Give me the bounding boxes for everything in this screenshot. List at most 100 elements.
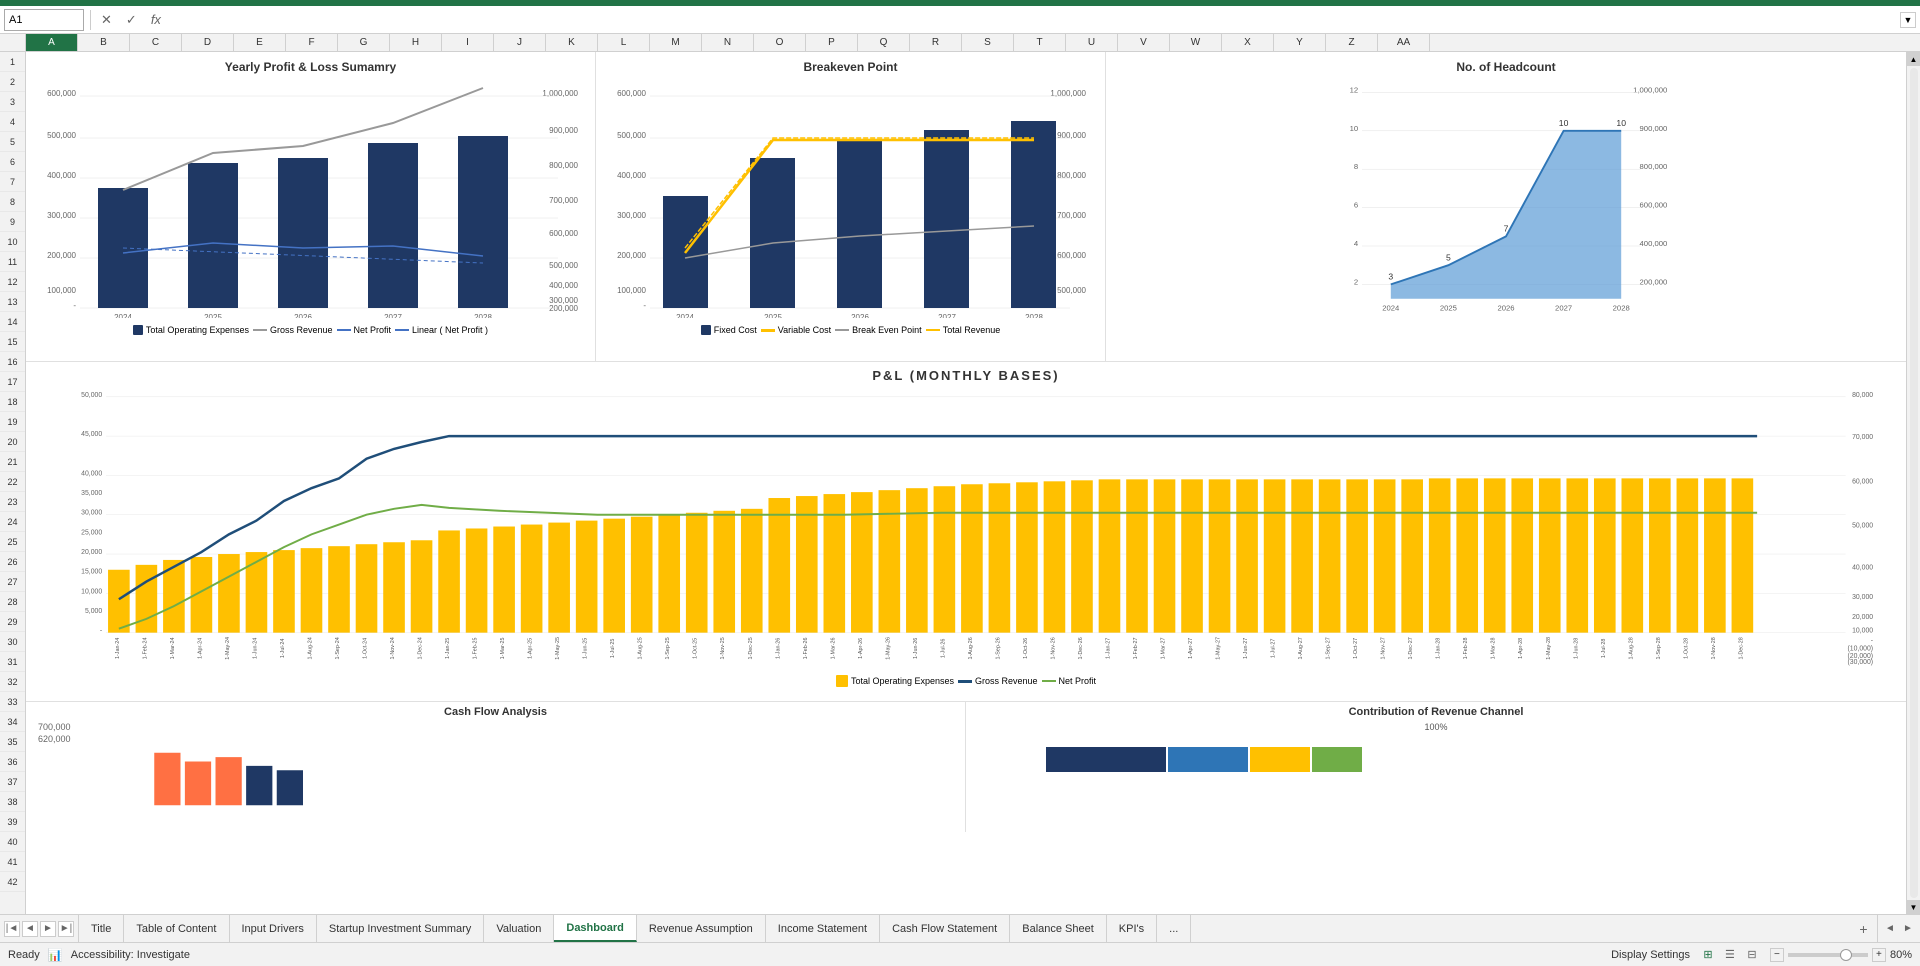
col-header-x[interactable]: X bbox=[1222, 34, 1274, 51]
svg-text:1-Jan-27: 1-Jan-27 bbox=[1105, 638, 1111, 659]
svg-text:20,000: 20,000 bbox=[1852, 614, 1873, 621]
vertical-scrollbar[interactable]: ▲ ▼ bbox=[1906, 52, 1920, 914]
svg-text:200,000: 200,000 bbox=[617, 251, 646, 260]
svg-text:1-Jun-27: 1-Jun-27 bbox=[1243, 638, 1249, 659]
svg-text:4: 4 bbox=[1354, 239, 1359, 248]
status-icon: 📊 bbox=[48, 948, 63, 962]
svg-text:800,000: 800,000 bbox=[1057, 171, 1086, 180]
col-header-d[interactable]: D bbox=[182, 34, 234, 51]
col-header-g[interactable]: G bbox=[338, 34, 390, 51]
svg-text:10: 10 bbox=[1350, 124, 1359, 133]
zoom-slider[interactable] bbox=[1788, 953, 1868, 957]
tab-income-statement[interactable]: Income Statement bbox=[766, 915, 880, 942]
col-header-aa[interactable]: AA bbox=[1378, 34, 1430, 51]
svg-text:5,000: 5,000 bbox=[85, 608, 102, 615]
tab-input-drivers[interactable]: Input Drivers bbox=[230, 915, 317, 942]
col-header-s[interactable]: S bbox=[962, 34, 1014, 51]
tab-scroll-left-btn[interactable]: ◄ bbox=[1882, 921, 1898, 937]
col-header-l[interactable]: L bbox=[598, 34, 650, 51]
scroll-up-btn[interactable]: ▲ bbox=[1907, 52, 1920, 66]
svg-text:1-Jan-24: 1-Jan-24 bbox=[115, 638, 121, 659]
tab-scroll-right-btn[interactable]: ► bbox=[1900, 921, 1916, 937]
pnl-monthly-legend: Total Operating Expenses Gross Revenue N… bbox=[38, 675, 1894, 687]
tab-next-btn[interactable]: ► bbox=[40, 921, 56, 937]
col-header-b[interactable]: B bbox=[78, 34, 130, 51]
tab-cash-flow-statement[interactable]: Cash Flow Statement bbox=[880, 915, 1010, 942]
svg-text:900,000: 900,000 bbox=[1057, 131, 1086, 140]
svg-text:3: 3 bbox=[1388, 272, 1393, 282]
col-header-a[interactable]: A bbox=[26, 34, 78, 51]
cancel-icon[interactable]: ✕ bbox=[97, 10, 116, 30]
function-icon[interactable]: fx bbox=[147, 10, 165, 29]
svg-text:1-Feb-26: 1-Feb-26 bbox=[803, 637, 809, 659]
tab-more[interactable]: ... bbox=[1157, 915, 1191, 942]
col-header-w[interactable]: W bbox=[1170, 34, 1222, 51]
pnl-summary-chart: Yearly Profit & Loss Sumamry 600,000 500… bbox=[26, 52, 596, 361]
confirm-icon[interactable]: ✓ bbox=[122, 10, 141, 30]
scroll-thumb[interactable] bbox=[1910, 68, 1918, 898]
zoom-in-btn[interactable]: + bbox=[1872, 948, 1886, 962]
col-header-q[interactable]: Q bbox=[858, 34, 910, 51]
page-layout-btn[interactable]: ☰ bbox=[1720, 946, 1740, 964]
svg-text:1-Jul-25: 1-Jul-25 bbox=[610, 639, 616, 658]
col-header-e[interactable]: E bbox=[234, 34, 286, 51]
tab-dashboard[interactable]: Dashboard bbox=[554, 915, 636, 942]
col-header-r[interactable]: R bbox=[910, 34, 962, 51]
col-header-u[interactable]: U bbox=[1066, 34, 1118, 51]
col-header-i[interactable]: I bbox=[442, 34, 494, 51]
col-header-t[interactable]: T bbox=[1014, 34, 1066, 51]
tab-title[interactable]: Title bbox=[79, 915, 124, 942]
tab-startup-investment[interactable]: Startup Investment Summary bbox=[317, 915, 484, 942]
col-header-y[interactable]: Y bbox=[1274, 34, 1326, 51]
add-sheet-btn[interactable]: + bbox=[1850, 915, 1878, 942]
zoom-out-btn[interactable]: − bbox=[1770, 948, 1784, 962]
col-header-c[interactable]: C bbox=[130, 34, 182, 51]
tab-kpis[interactable]: KPI's bbox=[1107, 915, 1157, 942]
spreadsheet-body: 1234567891011121314151617181920212223242… bbox=[0, 52, 1920, 914]
tab-table-of-content[interactable]: Table of Content bbox=[124, 915, 229, 942]
tab-scroll-buttons: ◄ ► bbox=[1878, 915, 1920, 942]
col-header-h[interactable]: H bbox=[390, 34, 442, 51]
svg-text:400,000: 400,000 bbox=[1640, 239, 1668, 248]
tab-revenue-assumption[interactable]: Revenue Assumption bbox=[637, 915, 766, 942]
col-header-v[interactable]: V bbox=[1118, 34, 1170, 51]
tab-first-btn[interactable]: |◄ bbox=[4, 921, 20, 937]
accessibility-status: Accessibility: Investigate bbox=[71, 949, 190, 961]
normal-view-btn[interactable]: ⊞ bbox=[1698, 946, 1718, 964]
spreadsheet-content[interactable]: Yearly Profit & Loss Sumamry 600,000 500… bbox=[26, 52, 1906, 914]
col-header-k[interactable]: K bbox=[546, 34, 598, 51]
name-box[interactable]: A1 bbox=[4, 9, 84, 31]
col-header-m[interactable]: M bbox=[650, 34, 702, 51]
scroll-down-btn[interactable]: ▼ bbox=[1907, 900, 1920, 914]
page-break-btn[interactable]: ⊟ bbox=[1742, 946, 1762, 964]
tab-prev-btn[interactable]: ◄ bbox=[22, 921, 38, 937]
svg-text:1-Aug-24: 1-Aug-24 bbox=[307, 637, 313, 659]
formula-input[interactable] bbox=[169, 9, 1896, 31]
svg-text:2: 2 bbox=[1354, 277, 1358, 286]
svg-text:200,000: 200,000 bbox=[47, 251, 76, 260]
svg-text:1,000,000: 1,000,000 bbox=[1050, 89, 1086, 98]
svg-text:1-Sep-24: 1-Sep-24 bbox=[335, 637, 341, 659]
svg-text:1-Oct-24: 1-Oct-24 bbox=[363, 638, 369, 659]
svg-text:1-Jul-28: 1-Jul-28 bbox=[1601, 639, 1607, 658]
bottom-sections: Cash Flow Analysis 700,000 620,000 bbox=[26, 702, 1906, 832]
col-header-z[interactable]: Z bbox=[1326, 34, 1378, 51]
col-header-f[interactable]: F bbox=[286, 34, 338, 51]
svg-text:2024: 2024 bbox=[1382, 303, 1400, 312]
col-header-p[interactable]: P bbox=[806, 34, 858, 51]
svg-text:500,000: 500,000 bbox=[549, 261, 578, 270]
svg-text:1-Feb-25: 1-Feb-25 bbox=[473, 637, 479, 659]
expand-formula-btn[interactable]: ▼ bbox=[1900, 12, 1916, 28]
svg-text:1-Aug-28: 1-Aug-28 bbox=[1628, 637, 1634, 659]
svg-text:700,000: 700,000 bbox=[549, 196, 578, 205]
tab-valuation[interactable]: Valuation bbox=[484, 915, 554, 942]
zoom-thumb[interactable] bbox=[1840, 949, 1852, 961]
display-settings[interactable]: Display Settings bbox=[1611, 949, 1690, 961]
tab-last-btn[interactable]: ►| bbox=[58, 921, 74, 937]
tab-balance-sheet[interactable]: Balance Sheet bbox=[1010, 915, 1107, 942]
svg-text:1-Jun-25: 1-Jun-25 bbox=[583, 638, 589, 659]
col-header-n[interactable]: N bbox=[702, 34, 754, 51]
col-header-j[interactable]: J bbox=[494, 34, 546, 51]
col-header-o[interactable]: O bbox=[754, 34, 806, 51]
cash-flow-section: Cash Flow Analysis 700,000 620,000 bbox=[26, 702, 966, 832]
